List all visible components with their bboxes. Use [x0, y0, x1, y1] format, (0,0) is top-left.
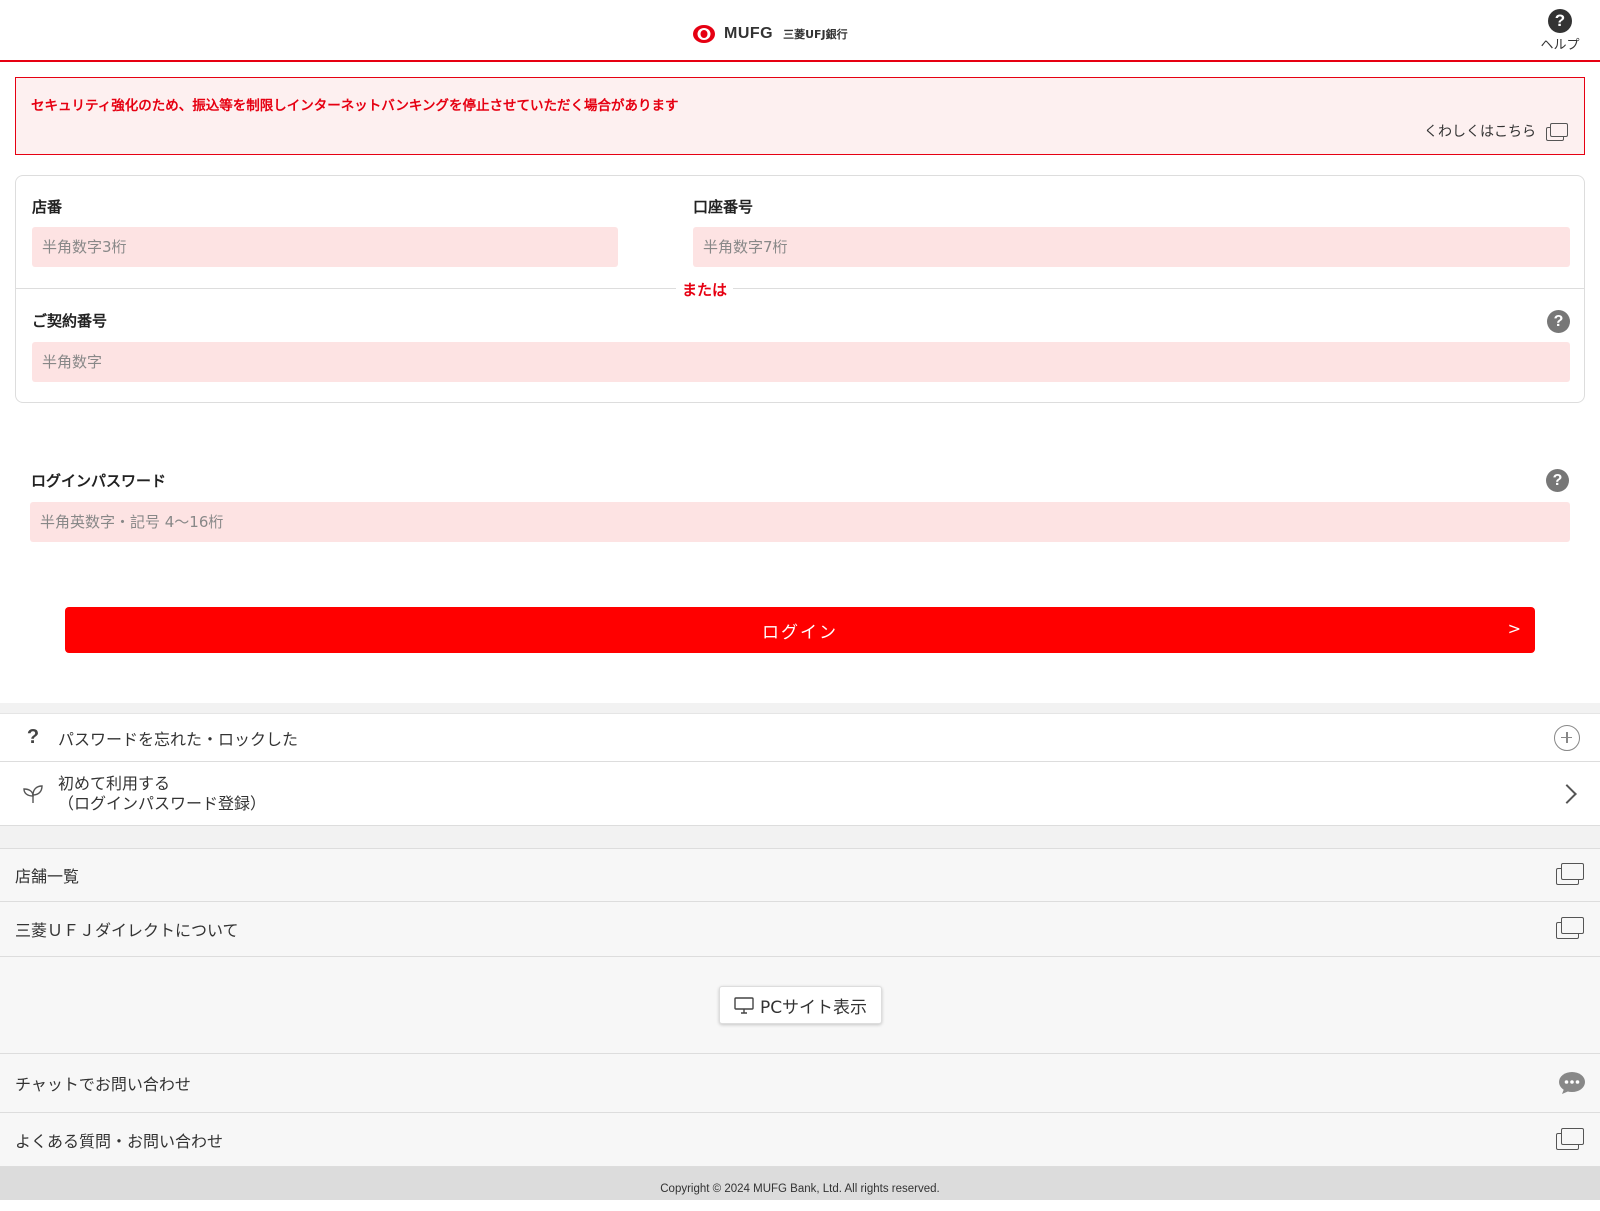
chat-inquiry-label: チャットでお問い合わせ — [15, 1075, 191, 1094]
branch-number-input[interactable] — [32, 227, 618, 267]
expand-plus-icon — [1554, 724, 1580, 751]
login-button-label: ログイン — [762, 622, 838, 643]
external-window-icon — [1556, 916, 1584, 939]
about-direct-label: 三菱ＵＦＪダイレクトについて — [15, 921, 239, 940]
pc-site-button[interactable]: PCサイト表示 — [719, 986, 882, 1024]
first-use-subtitle: （ログインパスワード登録） — [58, 793, 267, 813]
app-header: MUFG 三菱UFJ銀行 ? ヘルプ — [0, 0, 1600, 62]
section-spacer — [0, 826, 1600, 848]
help-button[interactable]: ? ヘルプ — [1536, 9, 1584, 53]
sprout-icon — [23, 784, 43, 803]
card-divider — [16, 288, 1584, 289]
mufg-logo-mark-icon — [693, 25, 715, 43]
branch-list-label: 店舗一覧 — [15, 867, 80, 886]
login-password-input[interactable] — [30, 502, 1570, 542]
mufg-logo: MUFG 三菱UFJ銀行 — [692, 24, 848, 44]
logo-brand-text: MUFG — [724, 25, 774, 42]
contract-number-label: ご契約番号 — [32, 312, 108, 330]
help-icon: ? — [1548, 9, 1572, 33]
monitor-icon — [734, 996, 754, 1014]
or-separator: または — [676, 279, 734, 300]
chat-bubble-icon — [1559, 1072, 1585, 1094]
external-window-icon — [1556, 862, 1584, 885]
about-direct-row[interactable]: 三菱ＵＦＪダイレクトについて — [0, 902, 1600, 957]
contract-number-input[interactable] — [32, 342, 1570, 382]
section-spacer — [0, 703, 1600, 713]
question-icon: ? — [26, 726, 40, 748]
copyright-text: Copyright © 2024 MUFG Bank, Ltd. All rig… — [660, 1183, 940, 1195]
chevron-right-icon — [1557, 783, 1577, 804]
pc-site-label: PCサイト表示 — [759, 997, 868, 1018]
external-window-icon — [1546, 122, 1568, 141]
footer: Copyright © 2024 MUFG Bank, Ltd. All rig… — [0, 1167, 1600, 1200]
faq-label: よくある質問・お問い合わせ — [15, 1131, 224, 1151]
help-label: ヘルプ — [1540, 38, 1580, 53]
first-use-title: 初めて利用する — [58, 773, 171, 793]
first-use-row[interactable]: 初めて利用する （ログインパスワード登録） — [0, 762, 1600, 826]
login-arrow-icon: > — [1507, 619, 1521, 638]
forgot-password-label: パスワードを忘れた・ロックした — [58, 729, 299, 749]
logo-bank-text: 三菱UFJ銀行 — [783, 28, 848, 41]
first-use-text: 初めて利用する （ログインパスワード登録） — [58, 774, 266, 814]
account-number-input[interactable] — [693, 227, 1570, 267]
account-number-label: 口座番号 — [693, 198, 754, 216]
login-password-label: ログインパスワード — [31, 472, 167, 490]
password-help-icon[interactable]: ? — [1546, 469, 1569, 492]
branch-number-label: 店番 — [32, 198, 63, 216]
security-notice: セキュリティ強化のため、振込等を制限しインターネットバンキングを停止させていただ… — [15, 77, 1585, 155]
forgot-password-row[interactable]: ? パスワードを忘れた・ロックした — [0, 713, 1600, 762]
notice-details-label: くわしくはこちら — [1424, 124, 1536, 140]
notice-details-link[interactable]: くわしくはこちら — [1424, 121, 1568, 141]
chat-inquiry-row[interactable]: チャットでお問い合わせ — [0, 1054, 1600, 1113]
account-card: 店番 口座番号 または ご契約番号 ? — [15, 175, 1585, 403]
faq-row[interactable]: よくある質問・お問い合わせ — [0, 1113, 1600, 1167]
branch-list-row[interactable]: 店舗一覧 — [0, 848, 1600, 902]
external-window-icon — [1556, 1127, 1584, 1150]
login-button[interactable]: ログイン > — [65, 607, 1535, 653]
security-notice-text: セキュリティ強化のため、振込等を制限しインターネットバンキングを停止させていただ… — [31, 98, 679, 114]
contract-help-icon[interactable]: ? — [1547, 310, 1570, 333]
